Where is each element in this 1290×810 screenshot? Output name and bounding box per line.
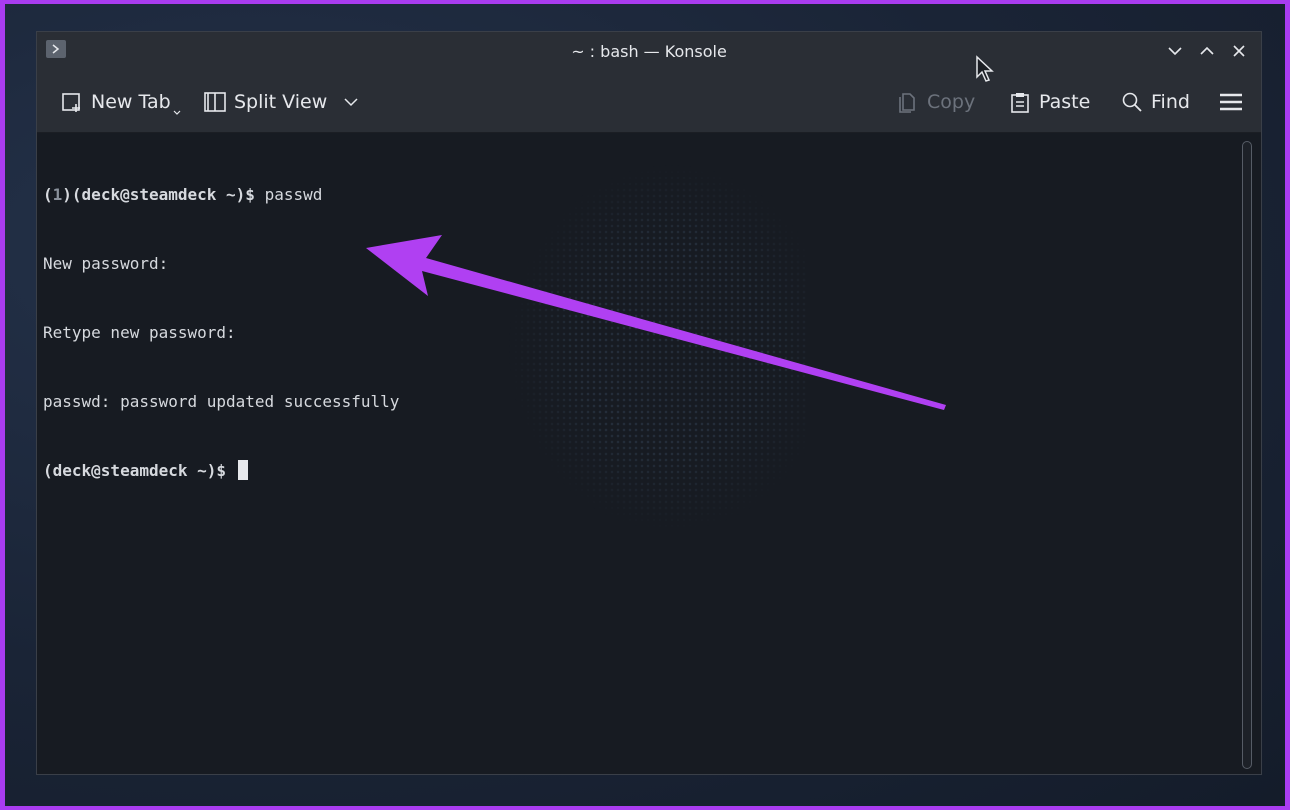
hamburger-menu-icon [1220,93,1242,111]
split-view-icon [204,92,226,112]
minimize-button[interactable] [1163,40,1187,62]
terminal-output[interactable]: (1)(deck@steamdeck ~)$ passwd New passwo… [43,137,399,528]
vertical-scrollbar[interactable] [1242,141,1252,769]
steam-logo-watermark [507,163,807,533]
text-cursor [237,460,248,480]
maximize-button[interactable] [1195,40,1219,62]
copy-label: Copy [927,91,976,113]
new-tab-label: New Tab [91,91,171,113]
find-button[interactable]: Find [1121,88,1190,116]
chevron-down-icon [1168,47,1182,56]
terminal-line: Retype new password: [43,323,236,342]
title-bar[interactable]: ~ : bash — Konsole [37,32,1261,70]
terminal-prompt-line: (deck@steamdeck ~)$ [43,459,399,482]
new-tab-dropdown-icon[interactable] [173,110,181,116]
close-icon [1233,45,1245,57]
terminal-line: (1)(deck@steamdeck ~)$ passwd [43,185,323,204]
toolbar: New Tab Split View Copy Paste Find [37,70,1261,133]
chevron-down-icon[interactable] [343,94,359,110]
paste-label: Paste [1039,91,1091,113]
terminal-line: New password: [43,254,169,273]
close-button[interactable] [1227,40,1251,62]
copy-icon [899,93,915,113]
new-tab-button[interactable]: New Tab [61,88,171,116]
terminal-view[interactable]: (1)(deck@steamdeck ~)$ passwd New passwo… [37,133,1261,774]
window-controls [1163,40,1251,62]
chevron-up-icon [1200,46,1214,55]
split-view-label: Split View [234,91,328,113]
paste-button[interactable]: Paste [1009,88,1090,116]
paste-icon [1011,93,1029,113]
search-icon [1122,92,1142,112]
new-tab-icon [62,93,80,112]
split-view-button[interactable]: Split View [204,88,359,116]
window-title: ~ : bash — Konsole [571,42,727,61]
copy-button[interactable]: Copy [897,88,975,116]
konsole-window: ~ : bash — Konsole New Tab Split View Co… [36,31,1262,775]
find-label: Find [1151,91,1190,113]
hamburger-menu-button[interactable] [1219,88,1243,116]
mouse-pointer-icon [976,55,994,82]
terminal-line: passwd: password updated successfully [43,392,400,411]
